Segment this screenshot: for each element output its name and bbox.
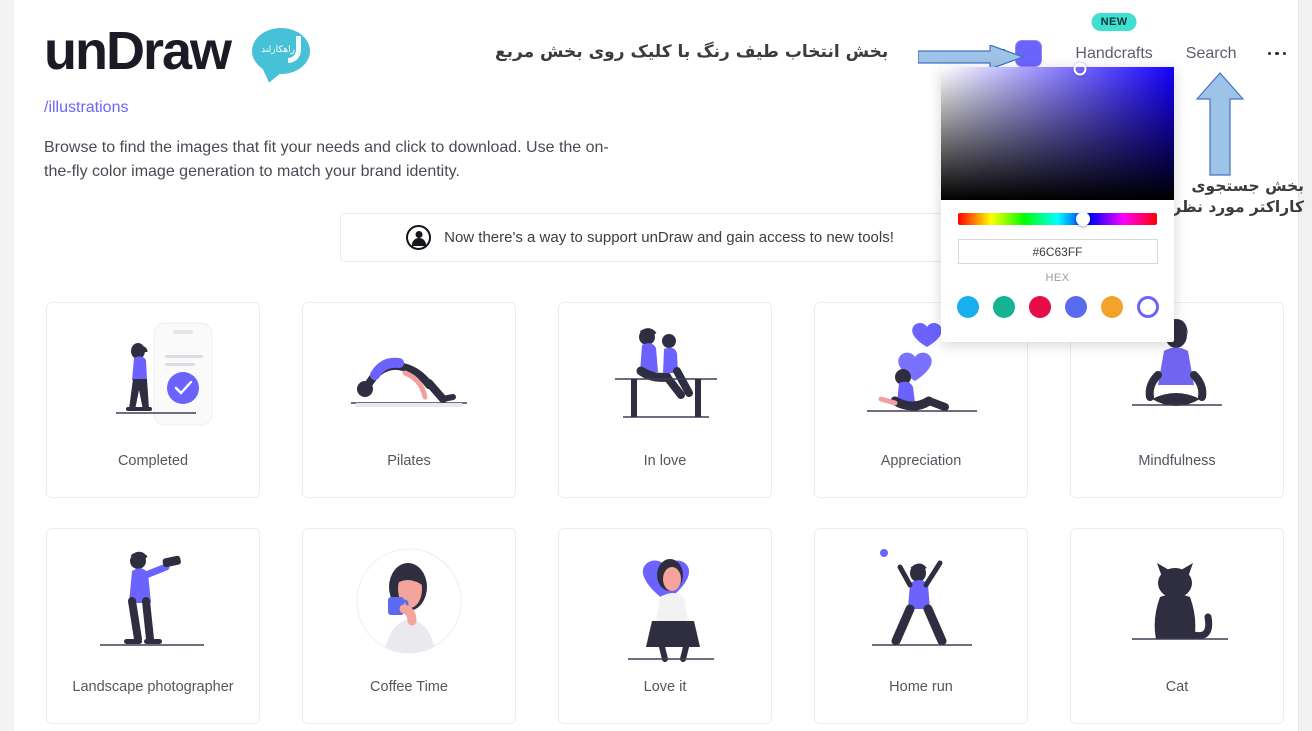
page-root: unDraw راهکارلند /illustrations Browse t… xyxy=(0,0,1312,731)
illustration-card[interactable]: Cat xyxy=(1070,528,1284,724)
dot-3 xyxy=(1282,51,1286,56)
illustration-card[interactable]: Pilates xyxy=(302,302,516,498)
illustration-card-label: Mindfulness xyxy=(1138,453,1216,469)
illustration-card-label: Pilates xyxy=(387,453,431,469)
preset-color-cyan[interactable] xyxy=(956,296,979,318)
illustration-card[interactable]: In love xyxy=(558,302,772,498)
illustration-card[interactable]: Home run xyxy=(814,528,1028,724)
annotation-search-note-line2: کاراکتر مورد نظر xyxy=(1172,198,1304,217)
annotation-search-note: بخش جستجوی کاراکتر مورد نظر xyxy=(1172,176,1304,219)
dot-2 xyxy=(1275,51,1279,56)
page-right-edge-scrollbar[interactable] xyxy=(1298,0,1312,731)
annotation-color-picker-note: بخش انتخاب طیف رنگ با کلیک روی بخش مربع xyxy=(495,42,889,62)
illustration-card-label: Cat xyxy=(1165,679,1189,695)
site-logo[interactable]: unDraw راهکارلند xyxy=(44,21,311,81)
illustration-art-photographer xyxy=(47,529,259,679)
illustration-card-label: Completed xyxy=(117,453,189,469)
breadcrumb[interactable]: /illustrations xyxy=(44,99,128,117)
illustration-art-in-love xyxy=(559,303,771,453)
speech-bubble-icon: راهکارلند xyxy=(252,28,311,74)
preset-color-custom-ring[interactable] xyxy=(1136,296,1159,318)
illustration-card-label: Landscape photographer xyxy=(72,679,234,695)
dot-1 xyxy=(1267,51,1271,56)
hex-input[interactable] xyxy=(957,239,1158,264)
annotation-search-note-line1: بخش جستجوی xyxy=(1191,177,1304,195)
preset-color-list xyxy=(941,296,1174,318)
user-support-icon xyxy=(406,225,432,250)
preset-color-periwinkle[interactable] xyxy=(1064,296,1087,318)
hex-label: HEX xyxy=(1045,272,1070,284)
illustration-art-home-run xyxy=(815,529,1027,679)
illustration-art-cat xyxy=(1071,529,1283,679)
nav-item-handcrafts-label: Handcrafts xyxy=(1075,44,1153,62)
annotation-arrow-up xyxy=(1196,72,1244,176)
nav-item-search-label: Search xyxy=(1185,44,1237,62)
illustration-card-label: In love xyxy=(643,453,687,469)
page-left-edge xyxy=(0,0,14,731)
color-picker-popover[interactable]: HEX xyxy=(941,62,1174,342)
illustration-card[interactable]: Coffee Time xyxy=(302,528,516,724)
saturation-value-handle[interactable] xyxy=(1073,62,1087,76)
hue-slider-row xyxy=(941,200,1174,226)
preset-color-orange[interactable] xyxy=(1100,296,1123,318)
illustration-card-label: Appreciation xyxy=(880,453,962,469)
preset-color-teal[interactable] xyxy=(992,296,1015,318)
page-intro-text: Browse to find the images that fit your … xyxy=(44,139,609,181)
nav-item-search[interactable]: Search xyxy=(1186,45,1237,63)
nav-item-handcrafts[interactable]: NEW Handcrafts xyxy=(1075,12,1153,63)
preset-color-crimson[interactable] xyxy=(1028,296,1051,318)
hue-slider[interactable] xyxy=(958,212,1157,226)
illustration-art-completed xyxy=(47,303,259,453)
illustration-card-label: Coffee Time xyxy=(370,679,448,695)
hue-slider-handle[interactable] xyxy=(1076,212,1091,226)
illustration-grid: Completed Pilates In love Appreciation M… xyxy=(46,302,1284,724)
support-banner[interactable]: Now there's a way to support unDraw and … xyxy=(340,213,960,262)
illustration-art-pilates xyxy=(303,303,515,453)
more-menu-icon[interactable] xyxy=(1267,51,1286,56)
illustration-art-love-it xyxy=(559,529,771,679)
illustration-card[interactable]: Completed xyxy=(46,302,260,498)
illustration-card[interactable]: Landscape photographer xyxy=(46,528,260,724)
annotation-arrow-right xyxy=(918,45,1024,69)
support-banner-text: Now there's a way to support unDraw and … xyxy=(444,229,894,246)
illustration-card[interactable]: Love it xyxy=(558,528,772,724)
bubble-label: راهکارلند xyxy=(261,43,295,54)
logo-wordmark: unDraw xyxy=(44,21,232,81)
illustration-card-label: Home run xyxy=(889,679,953,695)
new-badge: NEW xyxy=(1091,12,1137,31)
illustration-card-label: Love it xyxy=(643,679,687,695)
illustration-art-coffee xyxy=(303,529,515,679)
saturation-value-area[interactable] xyxy=(941,62,1174,200)
top-navigation: NEW Handcrafts Search xyxy=(991,12,1286,67)
